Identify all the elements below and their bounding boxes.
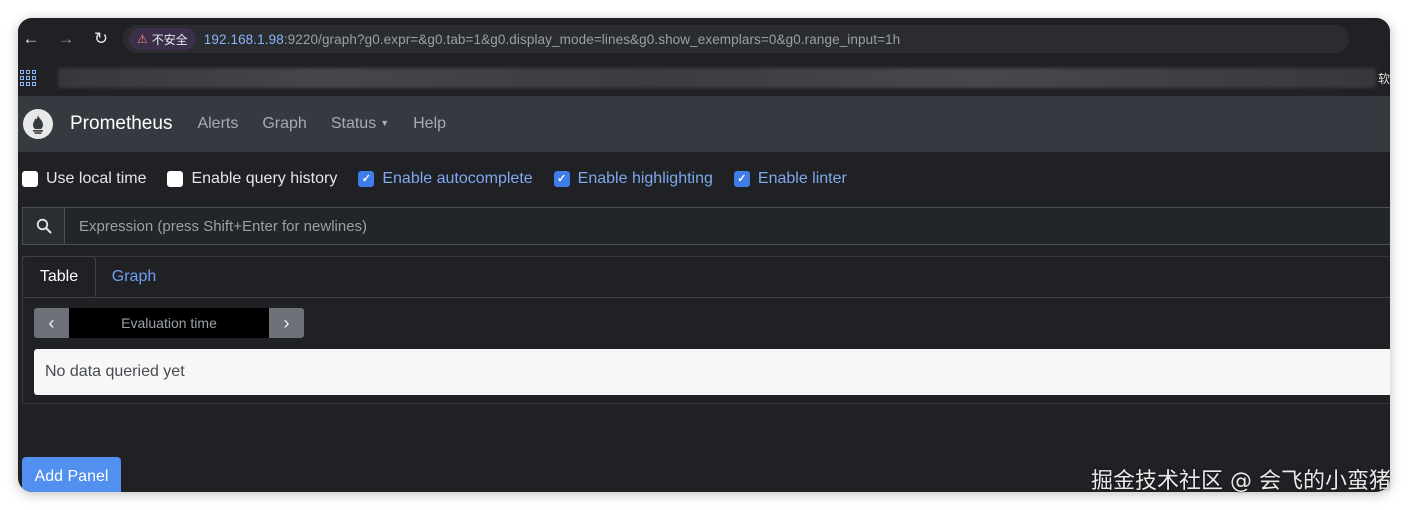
bookmarks-bar: 软 [18, 60, 1390, 96]
no-data-message: No data queried yet [34, 349, 1390, 395]
url-path: :9220/graph?g0.expr=&g0.tab=1&g0.display… [283, 31, 901, 47]
watermark-text: 掘金技术社区 @ 会飞的小蛮猪 [1091, 469, 1391, 494]
url-host: 192.168.1.98 [203, 31, 284, 47]
panel-tabs: Table Graph [22, 256, 1390, 298]
insecure-label: 不安全 [151, 32, 188, 47]
reload-icon[interactable]: ↻ [88, 26, 114, 52]
url-text: 192.168.1.98:9220/graph?g0.expr=&g0.tab=… [204, 32, 901, 47]
nav-status-label: Status [330, 115, 377, 132]
prometheus-logo-icon[interactable] [23, 109, 53, 139]
nav-link-alerts[interactable]: Alerts [197, 115, 238, 133]
back-arrow-icon[interactable]: ← [18, 26, 44, 52]
blurred-bookmarks [58, 68, 1376, 88]
brand-title[interactable]: Prometheus [70, 113, 172, 135]
evaluation-time-input[interactable] [69, 308, 269, 338]
option-label: Enable linter [757, 170, 847, 187]
evaluation-time-group: ‹ › [34, 308, 304, 338]
option-enable-query-history[interactable]: Enable query history [167, 170, 337, 188]
option-label: Use local time [46, 170, 147, 187]
browser-window: ← → ↻ ⚠ 不安全 192.168.1.98:9220/graph?g0.e… [18, 18, 1390, 492]
caret-down-icon: ▼ [380, 118, 390, 128]
chevron-left-icon[interactable]: ‹ [34, 308, 69, 338]
url-field[interactable]: ⚠ 不安全 192.168.1.98:9220/graph?g0.expr=&g… [123, 25, 1349, 53]
bookmark-cut-text: 软 [1377, 71, 1390, 86]
nav-link-status[interactable]: Status ▼ [331, 115, 389, 133]
add-panel-button[interactable]: Add Panel [22, 457, 121, 492]
expression-bar [22, 207, 1390, 245]
warning-icon: ⚠ [137, 32, 148, 46]
option-enable-highlighting[interactable]: Enable highlighting [553, 170, 713, 188]
checkbox-use-local-time[interactable] [22, 171, 38, 187]
chevron-right-icon[interactable]: › [269, 308, 304, 338]
insecure-badge[interactable]: ⚠ 不安全 [129, 28, 196, 50]
option-label: Enable query history [191, 170, 338, 187]
nav-link-graph[interactable]: Graph [262, 115, 306, 133]
checkbox-enable-linter[interactable] [733, 171, 750, 187]
option-label: Enable highlighting [577, 170, 713, 187]
search-icon[interactable] [23, 208, 65, 244]
checkbox-enable-query-history[interactable] [167, 171, 184, 187]
expression-input[interactable] [65, 208, 1390, 244]
prometheus-navbar: Prometheus Alerts Graph Status ▼ Help [18, 96, 1390, 152]
address-bar: ← → ↻ ⚠ 不安全 192.168.1.98:9220/graph?g0.e… [18, 18, 1390, 60]
nav-link-help[interactable]: Help [413, 115, 446, 133]
query-panel: Table Graph ‹ › No data queried yet [22, 256, 1390, 404]
forward-arrow-icon[interactable]: → [53, 26, 79, 52]
option-enable-autocomplete[interactable]: Enable autocomplete [358, 170, 533, 188]
option-enable-linter[interactable]: Enable linter [733, 170, 847, 188]
apps-grid-icon[interactable] [20, 70, 36, 86]
checkbox-enable-highlighting[interactable] [553, 171, 570, 187]
checkbox-enable-autocomplete[interactable] [358, 171, 375, 187]
tab-graph[interactable]: Graph [97, 256, 171, 297]
tab-table[interactable]: Table [22, 256, 96, 297]
option-use-local-time[interactable]: Use local time [22, 170, 146, 188]
option-label: Enable autocomplete [382, 170, 533, 187]
options-row: Use local time Enable query history Enab… [22, 168, 868, 190]
